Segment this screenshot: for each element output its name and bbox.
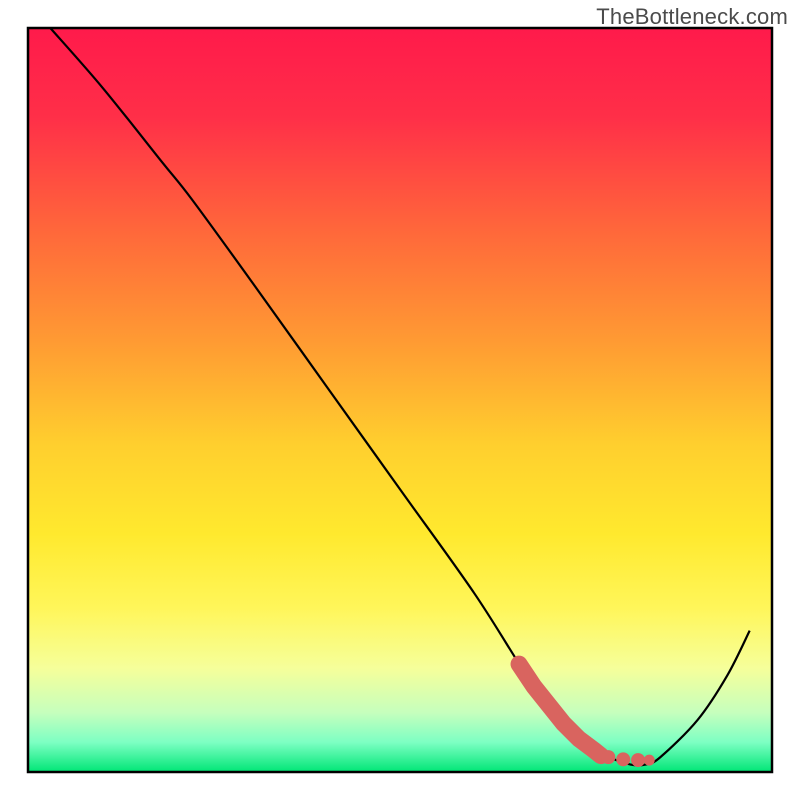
optimal-highlight-dot	[601, 750, 615, 764]
plot-background	[28, 28, 772, 772]
optimal-highlight-dot	[644, 755, 655, 766]
optimal-highlight-dot	[631, 753, 645, 767]
chart-stage: TheBottleneck.com	[0, 0, 800, 800]
bottleneck-chart	[0, 0, 800, 800]
watermark-text: TheBottleneck.com	[596, 4, 788, 30]
optimal-highlight-dot	[616, 752, 630, 766]
